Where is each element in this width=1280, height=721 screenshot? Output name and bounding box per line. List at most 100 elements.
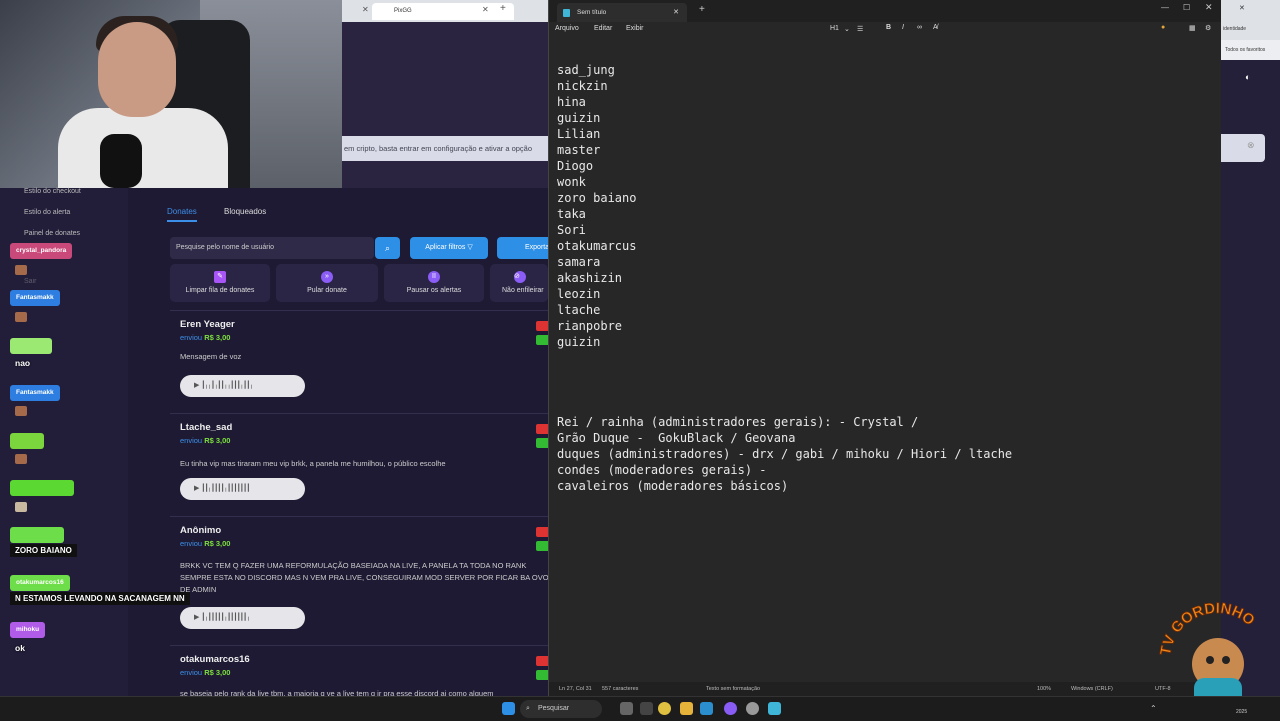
sent-label: enviou <box>180 436 203 445</box>
donate-item: Ltache_sad enviou R$ 3,00 Eu tinha vip m… <box>170 413 548 514</box>
donate-sent: enviou R$ 3,00 <box>180 539 230 548</box>
donate-item: otakumarcos16 enviou R$ 3,00 se baseia p… <box>170 645 548 698</box>
search-input[interactable]: Pesquise pelo nome de usuário <box>170 237 374 259</box>
heading-dropdown[interactable]: H1 <box>830 25 839 32</box>
theme-toggle-icon[interactable]: ◐ <box>1245 72 1250 82</box>
donate-sent: enviou R$ 3,00 <box>180 668 230 677</box>
search-button[interactable]: ⌕ <box>375 237 400 259</box>
windows-start-icon[interactable] <box>502 702 515 715</box>
bold-icon[interactable]: B <box>886 24 891 31</box>
chrome-icon[interactable] <box>658 702 671 715</box>
chevron-down-icon[interactable]: ⌄ <box>844 25 850 33</box>
tab-blocked[interactable]: Bloqueados <box>224 207 266 216</box>
chat-message: ZORO BAIANO <box>10 544 77 557</box>
settings-icon[interactable]: ⚙ <box>1205 24 1211 32</box>
browser-tab-pixgg[interactable]: PixGG <box>372 3 514 20</box>
table-icon[interactable]: ▦ <box>1189 24 1196 32</box>
notepad-tab[interactable]: Sem título ✕ <box>557 3 687 22</box>
pause-alerts-button[interactable]: II Pausar os alertas <box>384 264 484 302</box>
minimize-icon[interactable]: — <box>1161 3 1169 12</box>
streamer-head <box>98 22 176 117</box>
notepad-icon <box>563 9 570 17</box>
close-icon[interactable]: ✕ <box>482 5 489 14</box>
skip-donate-button[interactable]: » Pular donate <box>276 264 378 302</box>
export-button[interactable]: Exportar <box>497 237 548 259</box>
donate-message: BRKK VC TEM Q FAZER UMA REFORMULAÇÃO BAS… <box>180 561 549 594</box>
notepad-text-area[interactable]: sad_jung nickzin hina guizin Lilian mast… <box>557 62 1012 494</box>
new-tab-icon[interactable]: + <box>699 4 705 15</box>
tab-donates[interactable]: Donates <box>167 207 197 222</box>
close-window-icon[interactable]: ✕ <box>1205 2 1213 13</box>
obs-icon[interactable] <box>746 702 759 715</box>
donor-name: Anônimo <box>180 525 222 536</box>
chat-emote <box>15 502 27 512</box>
chat-username: otakumarcos16 <box>10 575 70 591</box>
nav-alert-style[interactable]: Estilo do alerta <box>24 209 70 216</box>
chat-message: ok <box>15 643 25 653</box>
donate-sent: enviou R$ 3,00 <box>180 436 230 445</box>
browser-toolbar: ✕ identidade <box>1221 0 1280 40</box>
maximize-icon[interactable]: ☐ <box>1183 3 1190 12</box>
sent-label: enviou <box>180 333 203 342</box>
status-badge <box>536 670 548 680</box>
donate-message: Mensagem de voz <box>180 352 242 361</box>
discord-icon[interactable] <box>724 702 737 715</box>
nav-logout[interactable]: Sair <box>24 278 36 285</box>
block-badge[interactable] <box>536 424 548 434</box>
chat-username <box>10 338 52 354</box>
nav-donates-panel[interactable]: Painel de donates <box>24 230 80 237</box>
close-tab-icon[interactable]: ✕ <box>673 3 679 22</box>
widgets-icon[interactable] <box>640 702 653 715</box>
audio-player[interactable]: ▶ ┃┃╷┃┃┃┃╷┃┃┃┃┃┃┃ <box>180 478 305 500</box>
clear-format-icon[interactable]: A̸ <box>933 24 938 31</box>
logo-eye <box>1222 656 1230 664</box>
menu-edit[interactable]: Editar <box>594 25 612 32</box>
all-bookmarks[interactable]: Todos os favoritos <box>1225 47 1265 53</box>
play-icon: ▶ <box>194 382 199 389</box>
filter-label: Aplicar filtros <box>425 244 466 251</box>
clear-queue-button[interactable]: ✎ Limpar fila de donates <box>170 264 270 302</box>
browser-tab-bar: ✕ PixGG ✕ + <box>342 0 548 22</box>
audio-player[interactable]: ▶ ┃╷╷┃╷┃┃╷╷┃┃┃╷┃┃╷ <box>180 375 305 397</box>
block-badge[interactable] <box>536 527 548 537</box>
skip-icon: » <box>321 271 333 283</box>
status-badge <box>536 335 548 345</box>
play-icon: ▶ <box>194 614 199 621</box>
donate-item: Eren Yeager enviou R$ 3,00 Mensagem de v… <box>170 310 548 411</box>
link-icon[interactable]: ∞ <box>917 24 922 31</box>
audio-player[interactable]: ▶ ┃╷┃┃┃┃┃╷┃┃┃┃┃┃╷ <box>180 607 305 629</box>
clock-date: 2025 <box>1236 709 1248 715</box>
close-icon[interactable]: ✕ <box>1239 4 1245 12</box>
action-label: Pular donate <box>307 287 347 294</box>
telegram-icon[interactable] <box>700 702 713 715</box>
search-icon: ⌕ <box>526 705 530 712</box>
chat-username <box>10 480 74 496</box>
copilot-icon[interactable]: ● <box>1161 24 1165 31</box>
italic-icon[interactable]: I <box>902 24 904 31</box>
no-queue-button[interactable]: ⊘ Não enfileirar <box>490 264 548 302</box>
notepad-menubar: Arquivo Editar Exibir H1 ⌄ ☰ B I ∞ A̸ ● … <box>549 22 1222 38</box>
filter-icon: ▽ <box>467 244 473 251</box>
task-view-icon[interactable] <box>620 702 633 715</box>
status-zoom: 100% <box>1037 686 1052 692</box>
action-label: Não enfileirar <box>502 287 544 294</box>
block-badge[interactable] <box>536 321 548 331</box>
taskbar-search[interactable]: ⌕ Pesquisar <box>520 700 602 718</box>
close-banner-icon[interactable]: ⊗ <box>1247 140 1255 151</box>
block-badge[interactable] <box>536 656 548 666</box>
chat-username <box>10 527 64 543</box>
close-icon[interactable]: ✕ <box>362 5 369 14</box>
file-explorer-icon[interactable] <box>680 702 693 715</box>
list-icon[interactable]: ☰ <box>857 25 863 33</box>
nav-checkout-style[interactable]: Estilo do checkout <box>24 188 81 195</box>
menu-file[interactable]: Arquivo <box>555 25 579 32</box>
tray-chevron-icon[interactable]: ⌃ <box>1150 704 1157 713</box>
chat-emote <box>15 454 27 464</box>
eraser-icon: ✎ <box>214 271 226 283</box>
new-tab-icon[interactable]: + <box>500 3 506 14</box>
apply-filters-button[interactable]: Aplicar filtros ▽ <box>410 237 488 259</box>
menu-view[interactable]: Exibir <box>626 25 644 32</box>
notepad-taskbar-icon[interactable] <box>768 702 781 715</box>
taskbar: ⌕ Pesquisar ⌃ 2025 <box>0 696 1280 721</box>
sent-label: enviou <box>180 668 203 677</box>
